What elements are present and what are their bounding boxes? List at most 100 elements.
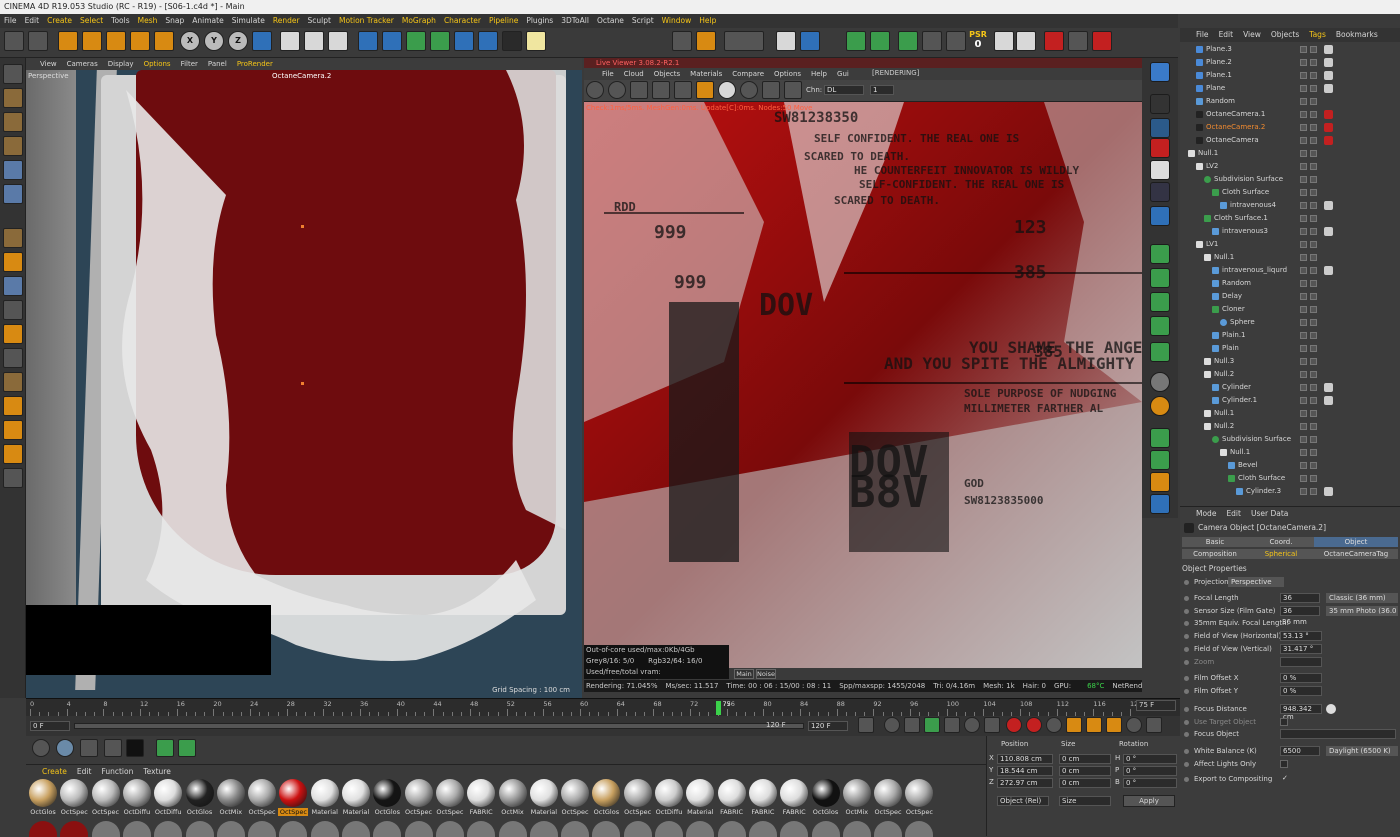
coord-rot[interactable]: 0 ° [1123,766,1177,776]
rotate-icon[interactable] [130,31,150,51]
material-swatch[interactable] [655,779,683,807]
visibility-toggle[interactable] [1300,410,1307,417]
material-swatch-row2[interactable] [185,821,214,837]
tag-icon[interactable] [1324,292,1333,301]
menu-help[interactable]: Help [699,14,716,28]
effector-icon[interactable] [1150,292,1170,312]
material-swatch-row2[interactable] [498,821,527,837]
import-icon[interactable] [776,31,796,51]
animate-dot-icon[interactable] [1184,580,1189,585]
object-row[interactable]: Null.1 [1180,147,1400,160]
wire-icon[interactable] [3,468,23,488]
paint-icon[interactable] [3,396,23,416]
menu-plugins[interactable]: Plugins [526,14,553,28]
object-row[interactable]: Random [1180,95,1400,108]
render-toggle[interactable] [1310,397,1317,404]
animate-dot-icon[interactable] [1184,676,1189,681]
gear-icon[interactable] [586,81,604,99]
cloner-icon[interactable] [1150,268,1170,288]
object-row[interactable]: Subdivision Surface [1180,433,1400,446]
liveviewer-menu-help[interactable]: Help [811,68,827,80]
material-swatch-row2[interactable] [686,821,715,837]
material-swatch-row2[interactable] [655,821,683,837]
material-label[interactable]: OctSpec [904,808,934,816]
visibility-toggle[interactable] [1300,280,1307,287]
green-cube-icon[interactable] [898,31,918,51]
tag-icon[interactable] [1324,266,1333,275]
snap-icon[interactable] [3,300,23,320]
checker-2-icon[interactable] [104,739,122,757]
visibility-toggle[interactable] [1300,397,1307,404]
attribute-menu-user-data[interactable]: User Data [1251,509,1288,518]
menu-mesh[interactable]: Mesh [138,14,158,28]
object-tab-edit[interactable]: Edit [1219,28,1234,42]
tag-icon[interactable] [1324,383,1333,392]
viewport-menu-display[interactable]: Display [108,58,134,70]
material-label[interactable]: OctGlos [811,808,841,816]
animate-dot-icon[interactable] [1184,621,1189,626]
render-toggle[interactable] [1310,59,1317,66]
material-label[interactable]: OctGlos [185,808,215,816]
object-row[interactable]: Plain.1 [1180,329,1400,342]
attr-value[interactable]: 31.417 ° [1280,644,1322,654]
visibility-toggle[interactable] [1300,59,1307,66]
octane-clapper-icon[interactable] [672,31,692,51]
material-swatch[interactable] [216,779,245,807]
menu-file[interactable]: File [4,14,17,28]
attr-value[interactable]: ✓ [1280,774,1290,784]
keyframe-selection-icon[interactable] [1046,717,1062,733]
material-swatch-row2[interactable] [905,821,934,837]
animate-dot-icon[interactable] [1184,660,1189,665]
coord-size[interactable]: 0 cm [1059,754,1111,764]
render-toggle[interactable] [1310,124,1317,131]
render-toggle[interactable] [1310,228,1317,235]
checker-icon[interactable] [80,739,98,757]
render-toggle[interactable] [1310,332,1317,339]
animate-dot-icon[interactable] [1184,634,1189,639]
tag-icon[interactable] [1324,487,1333,496]
material-swatch[interactable] [686,779,715,807]
render-toggle[interactable] [1310,475,1317,482]
object-tab-file[interactable]: File [1196,28,1209,42]
tag-icon[interactable] [1324,58,1333,67]
object-row[interactable]: Plane.1 [1180,69,1400,82]
render-toggle[interactable] [1310,241,1317,248]
material-label[interactable]: FABRIC [466,808,496,816]
render-toggle[interactable] [1310,267,1317,274]
material-swatch[interactable] [623,779,652,807]
axis-x-button[interactable]: X [180,31,200,51]
checkbox[interactable] [1280,718,1288,726]
object-row[interactable]: Cylinder.3 [1180,485,1400,498]
noise-button[interactable]: Noise [756,669,776,679]
render-toggle[interactable] [1310,137,1317,144]
contrast-icon[interactable] [1150,182,1170,202]
object-row[interactable]: Plane.3 [1180,43,1400,56]
tag-icon[interactable] [1324,344,1333,353]
object-row[interactable]: LV2 [1180,160,1400,173]
coord-rot[interactable]: 0 ° [1123,778,1177,788]
psr-indicator[interactable]: PSR 0 [966,30,990,54]
object-tab-tags[interactable]: Tags [1309,28,1326,42]
tag-icon[interactable] [1324,474,1333,483]
pla-key-icon[interactable] [1146,717,1162,733]
menu-script[interactable]: Script [632,14,654,28]
wire-cube-icon[interactable] [922,31,942,51]
octane-sky-icon[interactable] [1150,62,1170,82]
animate-dot-icon[interactable] [1184,762,1189,767]
axis-y-button[interactable]: Y [204,31,224,51]
add-icon[interactable] [1150,494,1170,514]
render-toggle[interactable] [1310,358,1317,365]
visibility-toggle[interactable] [1300,371,1307,378]
material-swatch-row2[interactable] [342,821,370,837]
render-toggle[interactable] [1310,371,1317,378]
material-swatch-row2[interactable] [592,821,621,837]
attr-tab-composition[interactable]: Composition [1182,549,1248,559]
tag-icon[interactable] [1324,279,1333,288]
material-swatch-row2[interactable] [216,821,245,837]
visibility-toggle[interactable] [1300,345,1307,352]
viewport-menu-panel[interactable]: Panel [208,58,227,70]
cube-icon[interactable] [1150,428,1170,448]
visibility-toggle[interactable] [1300,267,1307,274]
attr-value[interactable]: 36 mm [1280,618,1320,628]
scale-icon[interactable] [106,31,126,51]
